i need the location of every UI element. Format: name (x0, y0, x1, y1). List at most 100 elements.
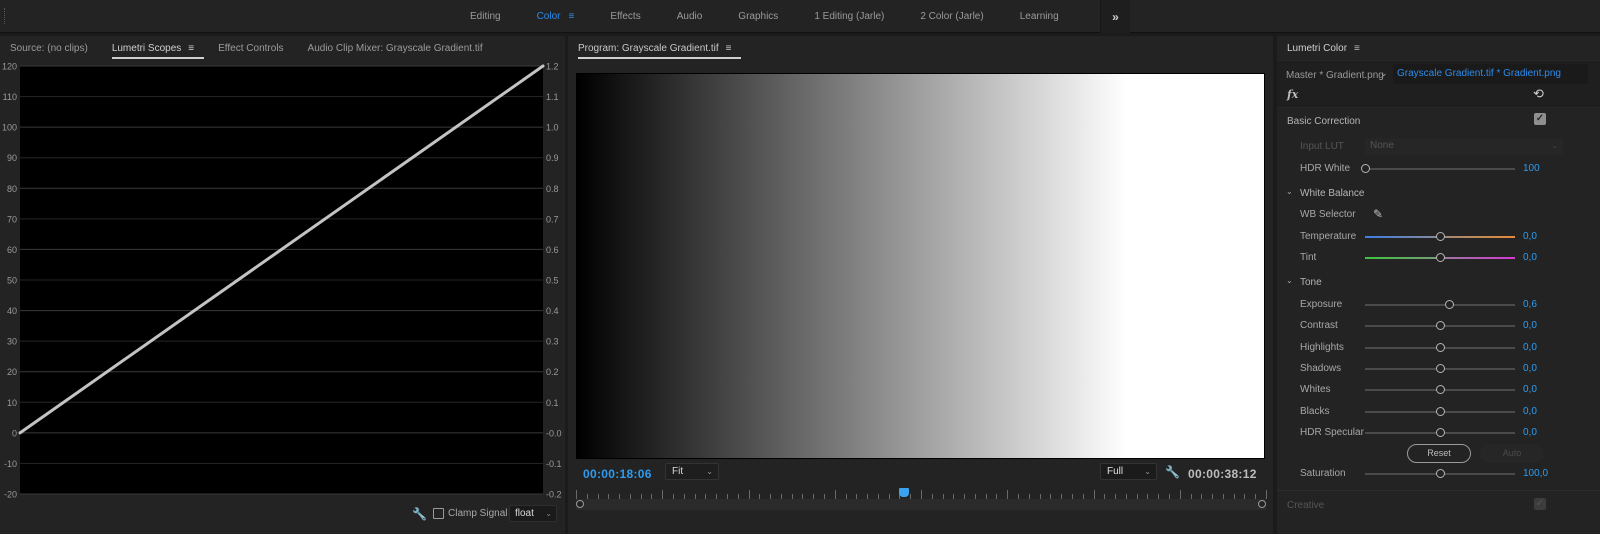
slider-knob[interactable] (1436, 342, 1445, 352)
waveform-scope: 120 110 100 90 80 70 60 50 40 30 20 10 0 -10 -20 1.2 1.1… (0, 60, 565, 505)
highlights-value[interactable]: 0,0 (1523, 342, 1537, 353)
tab-program[interactable]: Program: Grayscale Gradient.tif ≡ (578, 43, 742, 59)
master-clip-label[interactable]: Master * Gradient.png (1286, 70, 1384, 81)
workspace-tab-editing[interactable]: Editing (470, 11, 501, 22)
creative-enable-checkbox[interactable]: ✓ (1534, 498, 1546, 510)
wrench-icon[interactable]: 🔧 (412, 507, 427, 521)
whites-label: Whites (1300, 384, 1331, 396)
workspace-tab-label: Editing (470, 11, 501, 22)
ruler-tick (1007, 490, 1009, 499)
auto-button[interactable]: Auto (1480, 444, 1544, 463)
shadows-label: Shadows (1300, 362, 1342, 374)
current-timecode[interactable]: 00:00:18:06 (583, 467, 652, 481)
chevron-down-icon[interactable]: ⌄ (1380, 68, 1388, 79)
scrollbar-end-handle[interactable] (1258, 500, 1266, 508)
slider-knob[interactable] (1436, 232, 1445, 241)
temperature-slider[interactable] (1365, 232, 1515, 241)
video-preview[interactable] (576, 73, 1265, 459)
workspace-tab-effects[interactable]: Effects (610, 11, 640, 22)
left-axis-tick-label: 10 (7, 398, 17, 408)
hdr-specular-slider[interactable] (1365, 427, 1515, 437)
clip-selector[interactable]: Grayscale Gradient.tif * Gradient.png (1393, 64, 1588, 84)
workspace-bar: Editing Color ≡ Effects Audio Graphics 1 Editi… (0, 0, 1600, 33)
workspace-tab-learning[interactable]: Learning (1020, 11, 1059, 22)
panel-title: Lumetri Color (1287, 42, 1348, 54)
playback-resolution-select[interactable]: Full ⌄ (1100, 463, 1157, 480)
workspace-tab-1-editing-jarle[interactable]: 1 Editing (Jarle) (814, 11, 884, 22)
blacks-value[interactable]: 0,0 (1523, 406, 1537, 417)
contrast-value[interactable]: 0,0 (1523, 320, 1537, 331)
drag-grip[interactable] (4, 8, 7, 24)
blacks-slider[interactable] (1365, 406, 1515, 416)
slider-knob[interactable] (1436, 321, 1445, 331)
tab-effect-controls[interactable]: Effect Controls (218, 43, 283, 54)
slider-knob[interactable] (1436, 406, 1445, 416)
shadows-value[interactable]: 0,0 (1523, 363, 1537, 374)
right-axis-tick-label: 1.2 (546, 62, 559, 72)
hdr-white-value[interactable]: 100 (1523, 163, 1540, 174)
clamp-signal-checkbox[interactable] (433, 508, 444, 519)
slider-knob[interactable] (1436, 253, 1445, 262)
scrollbar-start-handle[interactable] (576, 500, 584, 508)
whites-row: Whites 0,0 (1277, 381, 1600, 399)
exposure-slider[interactable] (1365, 300, 1515, 309)
temperature-value[interactable]: 0,0 (1523, 231, 1537, 242)
input-lut-row: Input LUT None ⌄ (1277, 138, 1600, 156)
left-axis-tick-label: 120 (2, 62, 17, 72)
reset-button[interactable]: Reset (1407, 444, 1471, 463)
slider-knob[interactable] (1436, 385, 1445, 395)
panel-menu-icon[interactable]: ≡ (188, 43, 194, 54)
whites-value[interactable]: 0,0 (1523, 384, 1537, 395)
chevron-down-icon: ⌄ (1551, 141, 1558, 150)
ruler-tick (921, 490, 922, 499)
tint-slider[interactable] (1365, 253, 1515, 262)
tint-value[interactable]: 0,0 (1523, 252, 1537, 263)
slider-knob[interactable] (1445, 300, 1454, 309)
slider-knob[interactable] (1436, 469, 1445, 478)
left-axis-tick-label: 60 (7, 245, 17, 255)
slider-knob[interactable] (1436, 427, 1445, 437)
creative-title: Creative (1287, 500, 1325, 511)
ruler-tick (662, 490, 664, 499)
hdr-specular-value[interactable]: 0,0 (1523, 427, 1537, 438)
slider-knob[interactable] (1361, 164, 1370, 173)
left-axis-tick-label: 50 (7, 276, 17, 286)
workspace-overflow-button[interactable]: » (1100, 0, 1130, 33)
ruler-tick (748, 490, 750, 499)
panel-menu-icon[interactable]: ≡ (726, 43, 732, 54)
exposure-value[interactable]: 0,6 (1523, 299, 1537, 310)
slider-knob[interactable] (1436, 363, 1445, 373)
creative-section-header[interactable]: Creative ✓ (1277, 490, 1600, 518)
input-lut-select[interactable]: None ⌄ (1365, 138, 1563, 154)
saturation-slider[interactable] (1365, 469, 1515, 478)
tab-source[interactable]: Source: (no clips) (10, 43, 88, 54)
workspace-tab-graphics[interactable]: Graphics (738, 11, 778, 22)
workspace-menu-icon[interactable]: ≡ (568, 11, 574, 22)
playhead[interactable] (898, 488, 909, 497)
basic-correction-enable-checkbox[interactable]: ✓ (1534, 113, 1546, 125)
basic-correction-title[interactable]: Basic Correction (1287, 116, 1360, 127)
tab-lumetri-color[interactable]: Lumetri Color ≡ (1287, 43, 1360, 54)
tab-lumetri-scopes[interactable]: Lumetri Scopes ≡ (111, 43, 205, 59)
precision-select[interactable]: float ⌄ (509, 505, 557, 522)
temperature-label: Temperature (1300, 231, 1357, 242)
workspace-tab-audio[interactable]: Audio (677, 11, 703, 22)
tab-audio-clip-mixer[interactable]: Audio Clip Mixer: Grayscale Gradient.tif (308, 43, 483, 54)
contrast-slider[interactable] (1365, 321, 1515, 331)
saturation-value[interactable]: 100,0 (1523, 468, 1548, 479)
zoom-level-select[interactable]: Fit ⌄ (665, 463, 719, 480)
reset-effect-icon[interactable]: ⟲ (1533, 86, 1544, 102)
whites-slider[interactable] (1365, 385, 1515, 395)
shadows-slider[interactable] (1365, 363, 1515, 373)
workspace-tab-color[interactable]: Color ≡ (537, 11, 575, 22)
workspace-tab-2-color-jarle[interactable]: 2 Color (Jarle) (920, 11, 983, 22)
eyedropper-icon[interactable]: ✎ (1373, 207, 1383, 221)
white-balance-header[interactable]: ⌄ White Balance (1277, 185, 1600, 203)
tone-header[interactable]: ⌄ Tone (1277, 274, 1600, 292)
fx-icon[interactable]: fx (1287, 88, 1298, 101)
panel-menu-icon[interactable]: ≡ (1354, 43, 1360, 54)
wrench-icon[interactable]: 🔧 (1165, 465, 1180, 479)
hdr-white-slider[interactable] (1361, 164, 1515, 173)
zoom-scrollbar[interactable] (576, 499, 1266, 510)
highlights-slider[interactable] (1365, 342, 1515, 352)
